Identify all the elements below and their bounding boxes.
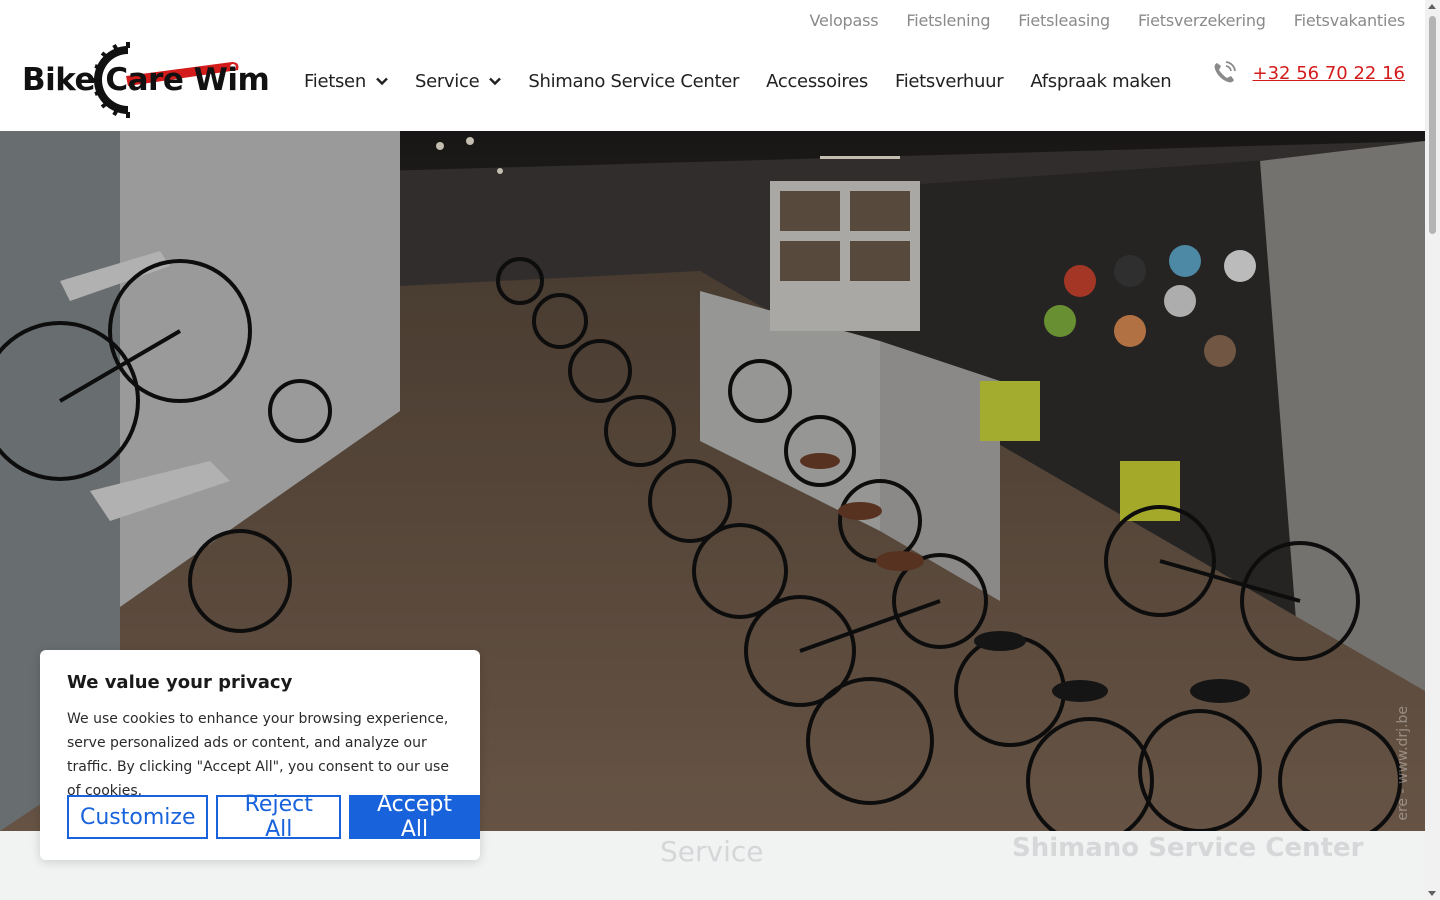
- cookie-description: We use cookies to enhance your browsing …: [67, 711, 449, 799]
- nav-item-fietsen[interactable]: Fietsen: [304, 71, 388, 92]
- customize-button[interactable]: Customize: [67, 795, 209, 839]
- top-utility-nav: Velopass Fietslening Fietsleasing Fietsv…: [810, 0, 1406, 40]
- topbar-link-fietsverzekering[interactable]: Fietsverzekering: [1138, 11, 1266, 30]
- nav-item-shimano-service-center[interactable]: Shimano Service Center: [528, 71, 739, 92]
- nav-item-fietsverhuur[interactable]: Fietsverhuur: [894, 70, 1004, 92]
- scroll-down-arrow-icon[interactable]: [1428, 891, 1436, 896]
- nav-item-afspraak-maken[interactable]: Afspraak maken: [1030, 71, 1171, 92]
- logo-wordmark: Bike Care Wim: [22, 62, 270, 98]
- chevron-down-icon: [376, 77, 388, 86]
- phone-number-link[interactable]: +32 56 70 22 16: [1253, 63, 1406, 84]
- cookie-consent-banner: We value your privacy We use cookies to …: [40, 650, 480, 860]
- scroll-up-arrow-icon[interactable]: [1428, 4, 1436, 9]
- photo-credit-watermark: ere - www.drj.be: [1395, 706, 1411, 821]
- cookie-actions: Customize Reject All Accept All: [67, 792, 480, 842]
- nav-item-label: Accessoires: [766, 70, 868, 92]
- page: Velopass Fietslening Fietsleasing Fietsv…: [0, 0, 1425, 900]
- nav-item-label: Shimano Service Center: [528, 70, 740, 92]
- phone-contact: +32 56 70 22 16: [1211, 60, 1406, 86]
- topbar-link-fietsvakanties[interactable]: Fietsvakanties: [1294, 11, 1405, 30]
- cookie-title: We value your privacy: [67, 672, 293, 693]
- accept-all-button[interactable]: Accept All: [348, 792, 480, 842]
- phone-icon: [1214, 61, 1236, 83]
- page-scrollbar[interactable]: [1425, 0, 1440, 900]
- section-heading-shimano: Shimano Service Center: [1012, 833, 1364, 863]
- nav-item-accessoires[interactable]: Accessoires: [766, 71, 868, 92]
- nav-item-service[interactable]: Service: [414, 70, 502, 92]
- nav-item-label: Service: [414, 70, 480, 92]
- nav-item-label: Fietsverhuur: [894, 70, 1004, 92]
- topbar-link-velopass[interactable]: Velopass: [810, 11, 879, 30]
- scrollbar-thumb[interactable]: [1429, 16, 1436, 234]
- chevron-down-icon: [489, 77, 502, 86]
- reject-all-button[interactable]: Reject All: [216, 792, 341, 842]
- topbar-link-fietslening[interactable]: Fietslening: [906, 11, 990, 30]
- nav-item-label: Fietsen: [304, 70, 366, 92]
- site-logo[interactable]: Bike Care Wim: [22, 40, 270, 120]
- nav-item-label: Afspraak maken: [1030, 70, 1172, 92]
- section-heading-service: Service: [660, 835, 764, 868]
- topbar-link-fietsleasing[interactable]: Fietsleasing: [1018, 11, 1110, 30]
- main-nav: Fietsen Service Shimano Service Center A…: [304, 62, 1172, 100]
